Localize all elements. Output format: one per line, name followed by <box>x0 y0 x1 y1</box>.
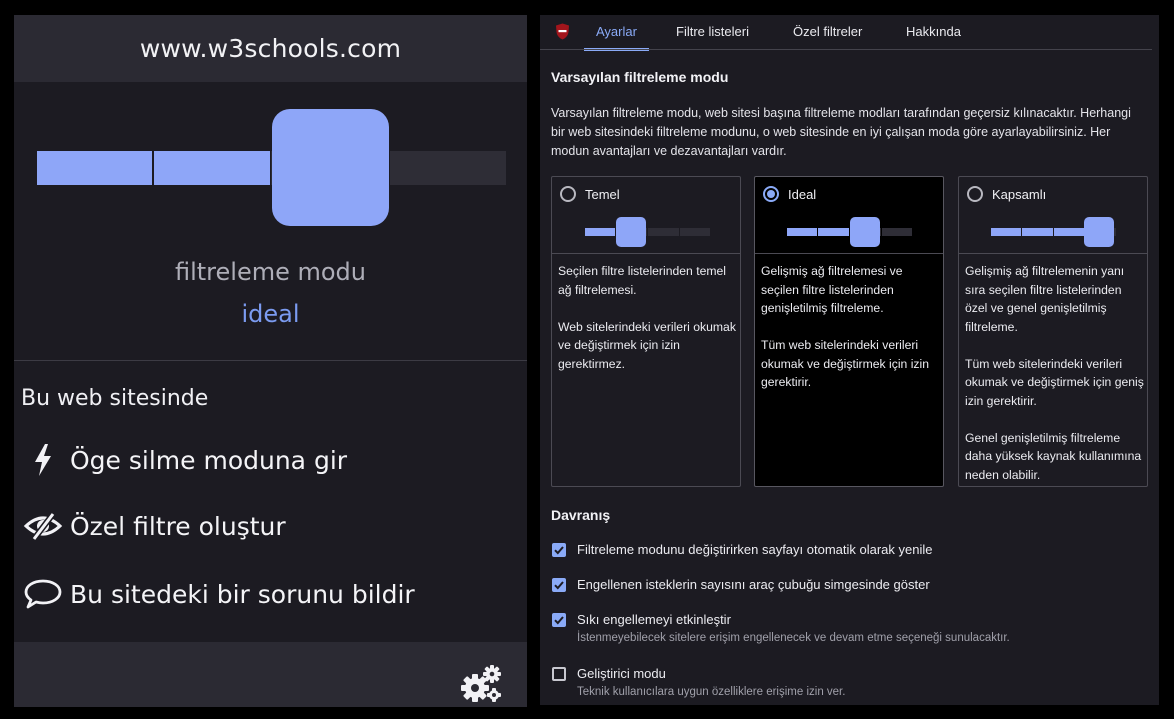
eye-slash-icon <box>16 506 70 546</box>
filtering-mode-intro: Varsayılan filtreleme modu, web sitesi b… <box>551 106 1131 158</box>
tab-hakkinda[interactable]: Hakkında <box>894 15 973 50</box>
mini-knob <box>616 217 646 247</box>
ublock-popup-panel: www.w3schools.com filtreleme modu ideal … <box>14 15 527 707</box>
option-label: Sıkı engellemeyi etkinleştir <box>577 612 731 627</box>
mini-segment <box>1054 228 1085 236</box>
mode-name-ideal: Ideal <box>788 187 817 202</box>
mode-name-kapsamli: Kapsamlı <box>992 187 1047 202</box>
mode-card-temel[interactable]: Temel Seçilen filtre listelerinden temel… <box>551 176 741 487</box>
option-sublabel: İstenmeyebilecek sitelere erişim engelle… <box>577 632 1010 644</box>
mode-description-kapsamli: Gelişmiş ağ filtrelemenin yanı sıra seçi… <box>965 264 1144 482</box>
site-hostname: www.w3schools.com <box>139 34 402 63</box>
lightning-bolt-icon <box>16 440 70 480</box>
checkbox-unchecked[interactable] <box>552 667 566 681</box>
element-zapper-button[interactable]: Öge silme moduna gir <box>14 435 527 485</box>
checkbox-checked[interactable] <box>552 613 566 627</box>
divider <box>14 360 527 361</box>
radio-ideal[interactable] <box>763 186 779 202</box>
mini-segment <box>680 228 710 236</box>
speech-bubble-icon <box>16 574 70 614</box>
checkbox-checked[interactable] <box>552 543 566 557</box>
mode-name-temel: Temel <box>585 187 620 202</box>
popup-header: www.w3schools.com <box>14 15 527 82</box>
report-issue-button[interactable]: Bu sitedeki bir sorunu bildir <box>14 569 527 619</box>
mode-card-kapsamli[interactable]: Kapsamlı Gelişmiş ağ filtrelemenin yanı … <box>958 176 1148 487</box>
tab-bar-underline <box>540 49 1152 50</box>
option-label: Geliştirici modu <box>577 666 666 681</box>
tab-ozel-filtreler[interactable]: Özel filtreler <box>781 15 874 50</box>
popup-footer <box>14 642 527 707</box>
gears-icon[interactable] <box>459 664 503 704</box>
mini-segment <box>648 228 679 236</box>
option-label: Filtreleme modunu değiştirirken sayfayı … <box>577 542 933 557</box>
mode-description-temel: Seçilen filtre listelerinden temel ağ fi… <box>558 264 736 371</box>
behavior-heading: Davranış <box>551 507 611 523</box>
slider-segment-1[interactable] <box>37 151 152 185</box>
mini-segment <box>818 228 849 236</box>
element-picker-button[interactable]: Özel filtre oluştur <box>14 501 527 551</box>
mini-segment <box>585 228 615 236</box>
mini-segment <box>1022 228 1053 236</box>
filtering-mode-heading: Varsayılan filtreleme modu <box>551 69 729 85</box>
mode-slider-ideal <box>787 217 917 247</box>
mode-slider-kapsamli <box>991 217 1121 247</box>
option-label: Engellenen isteklerin sayısını araç çubu… <box>577 577 930 592</box>
mini-knob <box>850 217 880 247</box>
site-section-title: Bu web sitesinde <box>21 386 209 411</box>
card-header: Ideal <box>755 177 943 254</box>
card-header: Kapsamlı <box>959 177 1147 254</box>
filtering-mode-value: ideal <box>241 300 300 328</box>
slider-segment-4[interactable] <box>390 151 506 185</box>
slider-segment-2[interactable] <box>154 151 270 185</box>
checkbox-checked[interactable] <box>552 578 566 592</box>
option-sublabel: Teknik kullanıcılara uygun özelliklere e… <box>577 686 846 698</box>
ublock-shield-icon <box>555 23 570 40</box>
element-zapper-label: Öge silme moduna gir <box>70 445 348 475</box>
tab-ayarlar[interactable]: Ayarlar <box>584 15 649 51</box>
radio-kapsamli[interactable] <box>967 186 983 202</box>
mode-card-ideal[interactable]: Ideal Gelişmiş ağ filtrelemesi ve seçile… <box>754 176 944 487</box>
radio-temel[interactable] <box>560 186 576 202</box>
mini-knob <box>1084 217 1114 247</box>
settings-tab-bar: Ayarlar Filtre listeleri Özel filtreler … <box>540 15 1159 51</box>
mini-segment <box>991 228 1021 236</box>
filtering-mode-label: filtreleme modu <box>174 258 366 286</box>
element-picker-label: Özel filtre oluştur <box>70 511 286 541</box>
mini-segment <box>787 228 817 236</box>
mode-slider-temel <box>585 217 715 247</box>
ublock-settings-page: Ayarlar Filtre listeleri Özel filtreler … <box>540 15 1159 705</box>
mode-description-ideal: Gelişmiş ağ filtrelemesi ve seçilen filt… <box>761 264 929 389</box>
mini-segment <box>882 228 912 236</box>
tab-filtre-listeleri[interactable]: Filtre listeleri <box>664 15 761 50</box>
card-header: Temel <box>552 177 740 254</box>
report-issue-label: Bu sitedeki bir sorunu bildir <box>70 579 415 609</box>
slider-knob[interactable] <box>272 109 389 226</box>
